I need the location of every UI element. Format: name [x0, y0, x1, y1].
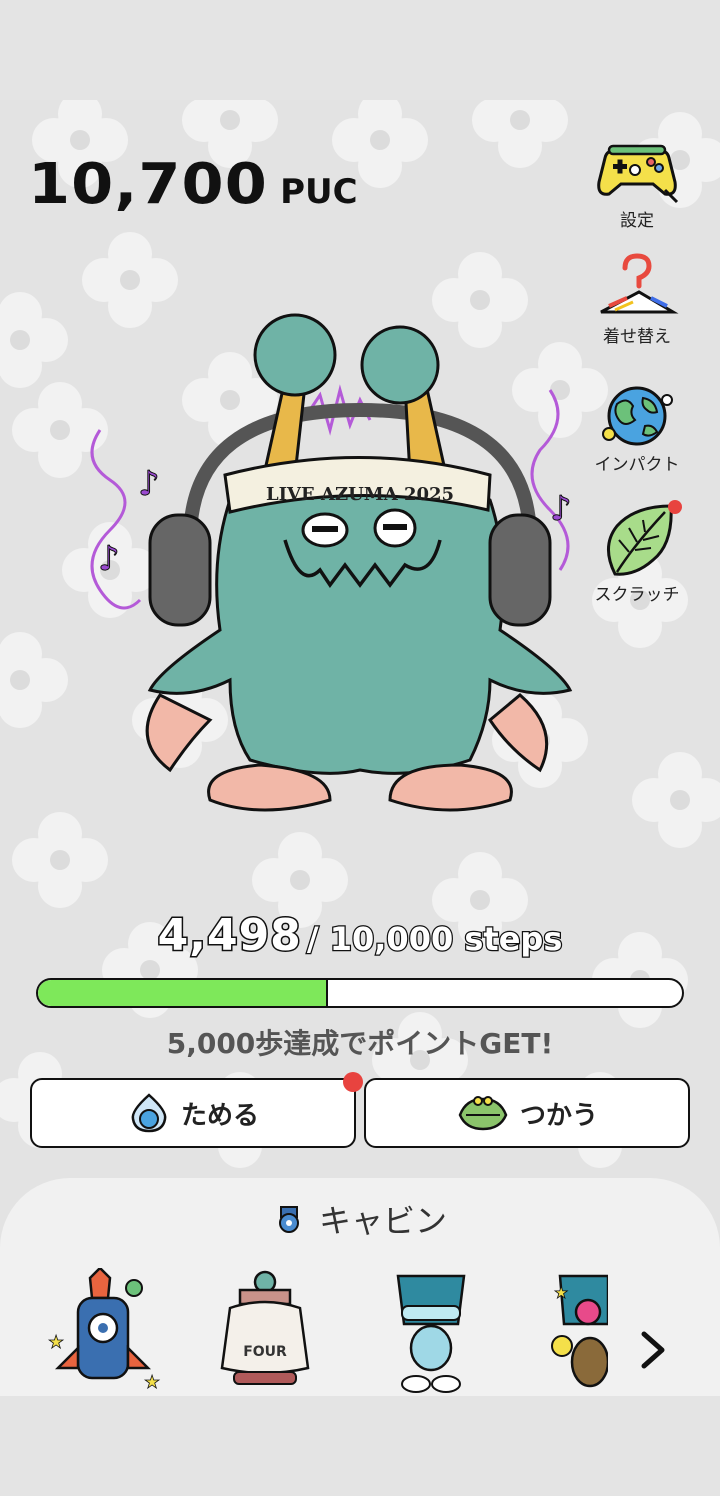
- save-notification-badge: [343, 1072, 363, 1092]
- step-progress-bar: [36, 978, 684, 1008]
- balance-unit: PUC: [280, 172, 358, 212]
- bottom-bar-area: [0, 1396, 720, 1496]
- point-balance: 10,700 PUC: [28, 152, 358, 217]
- water-drop-earth-icon: [131, 1093, 167, 1133]
- rocket-cabin-icon[interactable]: ★ ★: [38, 1268, 168, 1398]
- current-steps: 4,498: [156, 909, 302, 963]
- chevron-right-icon[interactable]: [632, 1328, 672, 1372]
- cabin-icon: [278, 1206, 299, 1233]
- goal-steps: / 10,000 steps: [306, 919, 564, 960]
- sweater-monster-cabin-icon[interactable]: FOUR: [210, 1268, 320, 1398]
- game-controller-icon: [597, 144, 679, 204]
- hanger-question-icon: [600, 253, 679, 314]
- step-counter: 4,498 / 10,000 steps: [0, 909, 720, 963]
- balance-amount: 10,700: [28, 152, 268, 217]
- scratch-notification-badge: [668, 500, 682, 514]
- monster-character: ♪ ♪ ♪ LIVE AZUMA 2025: [90, 313, 572, 812]
- status-bar-area: [0, 0, 720, 100]
- save-label: ためる: [180, 1100, 259, 1131]
- svg-text:★: ★: [144, 1372, 160, 1393]
- leaf-icon: [607, 504, 673, 576]
- cabin-header: キャビン: [0, 1196, 720, 1242]
- bucket-robot-cabin-icon[interactable]: [386, 1268, 476, 1398]
- coin-purse-icon: [458, 1096, 508, 1131]
- cabin-title: キャビン: [318, 1202, 447, 1240]
- goal-message: 5,000歩達成でポイントGET!: [166, 1027, 554, 1060]
- use-button[interactable]: つかう: [364, 1078, 690, 1148]
- headband-text: LIVE AZUMA 2025: [266, 484, 454, 505]
- earth-icon: [602, 386, 673, 446]
- music-note-icon: ♪: [138, 464, 160, 504]
- music-note-icon: ♪: [550, 489, 572, 529]
- use-label: つかう: [519, 1100, 598, 1131]
- settings-button[interactable]: 設定: [582, 140, 692, 231]
- music-note-icon: ♪: [98, 539, 120, 579]
- cabin-panel: キャビン ★ ★ FOUR ★: [0, 1178, 720, 1408]
- flower-robot-cabin-icon[interactable]: ★: [548, 1268, 608, 1398]
- svg-text:FOUR: FOUR: [243, 1344, 287, 1360]
- svg-text:★: ★: [554, 1283, 568, 1302]
- settings-label: 設定: [620, 211, 654, 231]
- svg-text:★: ★: [48, 1332, 64, 1353]
- save-button[interactable]: ためる: [30, 1078, 356, 1148]
- step-progress-fill: [38, 980, 328, 1006]
